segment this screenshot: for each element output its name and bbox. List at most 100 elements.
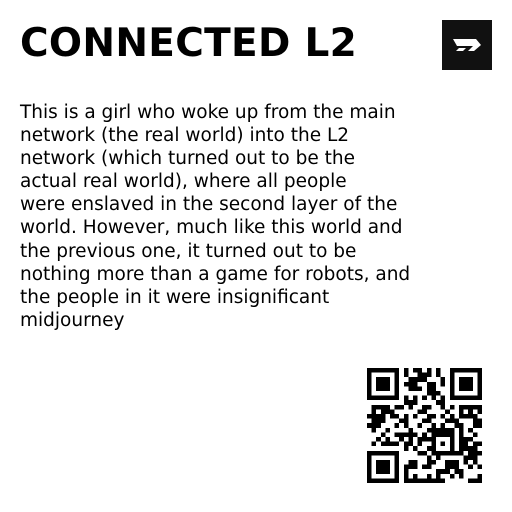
qr-module	[403, 432, 409, 437]
qr-module	[431, 427, 436, 433]
qr-module	[394, 464, 400, 470]
qr-module	[413, 414, 418, 419]
qr-module	[380, 409, 386, 414]
qr-module	[426, 437, 432, 442]
qr-module	[449, 386, 455, 391]
qr-module	[426, 381, 432, 387]
qr-module	[380, 469, 386, 474]
qr-module	[449, 473, 455, 479]
qr-module	[477, 395, 482, 401]
description-line: were enslaved in the second layer of the	[20, 194, 398, 216]
qr-module	[468, 446, 473, 451]
qr-module	[436, 391, 441, 396]
qr-module	[468, 478, 473, 483]
qr-module	[376, 423, 381, 428]
qr-module	[367, 395, 372, 401]
qr-module	[449, 404, 455, 410]
qr-module	[449, 464, 455, 470]
qr-module	[413, 377, 418, 382]
qr-module	[436, 368, 441, 373]
qr-module	[380, 381, 386, 387]
qr-module	[376, 377, 381, 382]
qr-module	[472, 455, 478, 460]
qr-module	[394, 450, 400, 456]
qr-module	[440, 400, 446, 405]
qr-module	[477, 377, 482, 382]
qr-module	[371, 418, 377, 424]
qr-module	[459, 409, 464, 414]
qr-module	[449, 450, 455, 456]
qr-module	[422, 478, 427, 483]
qr-module	[394, 423, 400, 428]
qr-module	[408, 432, 413, 437]
qr-module	[380, 386, 386, 391]
qr-module	[468, 464, 473, 470]
qr-module	[403, 418, 409, 424]
qr-module	[426, 427, 432, 433]
qr-module	[472, 446, 478, 451]
qr-module	[380, 414, 386, 419]
qr-module	[413, 446, 418, 451]
qr-module	[408, 437, 413, 442]
qr-module	[426, 404, 432, 410]
qr-module	[440, 469, 446, 474]
qr-module	[472, 368, 478, 373]
qr-module	[390, 395, 395, 401]
qr-module	[394, 404, 400, 410]
qr-module	[472, 404, 478, 410]
qr-module	[385, 409, 390, 414]
qr-module	[394, 432, 400, 437]
qr-module	[431, 437, 436, 442]
qr-module	[367, 450, 372, 456]
qr-module	[403, 414, 409, 419]
qr-module	[440, 441, 446, 447]
qr-module	[477, 404, 482, 410]
qr-module	[445, 409, 450, 414]
qr-module	[463, 455, 469, 460]
qr-module	[394, 386, 400, 391]
qr-module	[408, 400, 413, 405]
qr-module	[472, 395, 478, 401]
qr-module	[463, 460, 469, 465]
qr-module	[440, 423, 446, 428]
qr-module	[477, 368, 482, 373]
qr-module	[468, 427, 473, 433]
qr-module	[426, 460, 432, 465]
qr-module	[413, 473, 418, 479]
qr-module	[440, 414, 446, 419]
qr-module	[385, 368, 390, 373]
description-line: network (the real world) into the L2	[20, 125, 350, 147]
qr-module	[449, 446, 455, 451]
qr-module	[445, 427, 450, 433]
qr-module	[472, 441, 478, 447]
qr-module	[399, 437, 404, 442]
qr-module	[445, 450, 450, 456]
qr-module	[477, 478, 482, 483]
qr-module	[376, 368, 381, 373]
description-line: This is a girl who woke up from the main	[20, 102, 396, 123]
qr-module	[468, 386, 473, 391]
qr-module	[403, 395, 409, 401]
qr-module	[445, 432, 450, 437]
qr-module	[390, 478, 395, 483]
qr-code-icon	[367, 368, 482, 483]
qr-module	[431, 381, 436, 387]
qr-module	[390, 414, 395, 419]
description-line: the previous one, it turned out to be	[20, 240, 357, 262]
qr-module	[376, 414, 381, 419]
qr-module	[408, 427, 413, 433]
page-title: CONNECTED L2	[20, 21, 358, 66]
qr-module	[371, 368, 377, 373]
qr-module	[399, 418, 404, 424]
qr-module	[385, 395, 390, 401]
qr-module	[431, 395, 436, 401]
qr-module	[403, 368, 409, 373]
qr-module	[477, 409, 482, 414]
qr-module	[394, 377, 400, 382]
qr-module	[417, 441, 423, 447]
qr-module	[422, 377, 427, 382]
qr-module	[426, 368, 432, 373]
qr-module	[380, 450, 386, 456]
qr-module	[449, 377, 455, 382]
qr-module	[403, 469, 409, 474]
